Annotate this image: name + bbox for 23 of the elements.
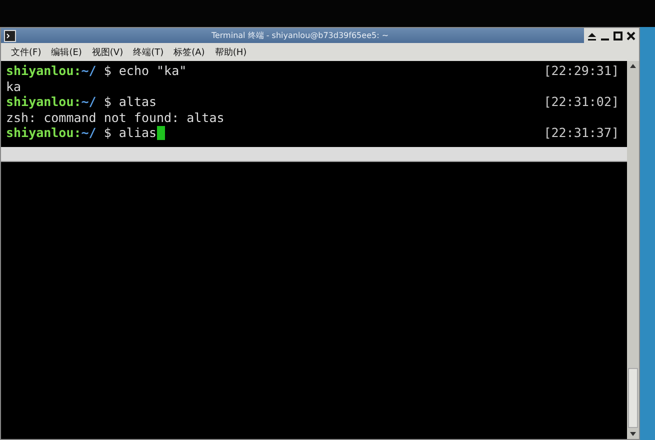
timestamp: [22:29:31] <box>544 63 619 78</box>
window-title: Terminal 终端 - shiyanlou@b73d39f65ee5: ~ <box>210 30 390 41</box>
menu-item[interactable]: 编辑(E) <box>51 46 82 58</box>
menu-item[interactable]: 帮助(H) <box>214 46 247 58</box>
prompt-line: shiyanlou:~/ $ echo "ka" <box>6 63 187 78</box>
scrollbar[interactable] <box>627 61 639 439</box>
scroll-up-icon[interactable] <box>629 63 637 69</box>
output-line: zsh: command not found: altas <box>6 110 224 125</box>
maximize-icon[interactable] <box>613 30 623 40</box>
scroll-down-icon[interactable] <box>629 431 637 437</box>
menu-item[interactable]: 终端(T) <box>133 46 164 58</box>
scrollbar-thumb[interactable] <box>628 368 638 428</box>
close-icon[interactable] <box>626 30 636 40</box>
menu-item[interactable]: 标签(A) <box>174 46 205 58</box>
prompt-line: shiyanlou:~/ $ alias <box>6 125 157 140</box>
shade-icon[interactable] <box>587 30 597 40</box>
terminal-icon <box>4 30 16 42</box>
prompt-line: shiyanlou:~/ $ altas <box>6 94 157 110</box>
menu-item[interactable]: 文件(F) <box>11 46 42 58</box>
timestamp: [22:31:02] <box>544 94 619 110</box>
output-line: ka <box>6 78 22 94</box>
menu-item[interactable]: 视图(V) <box>92 46 124 58</box>
timestamp: [22:31:37] <box>544 125 619 140</box>
